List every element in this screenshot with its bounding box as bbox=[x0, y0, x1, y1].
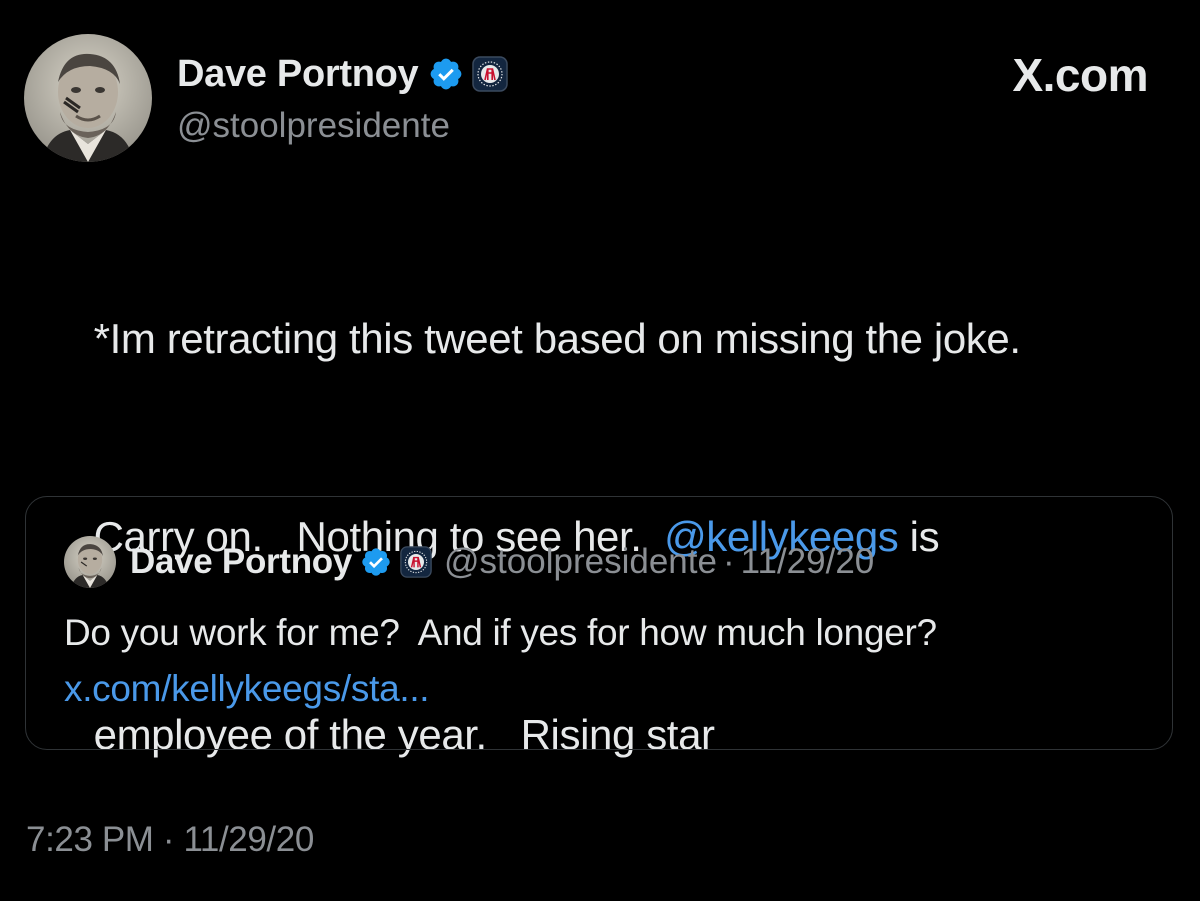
dot-separator: · bbox=[722, 542, 735, 581]
verified-badge-icon[interactable] bbox=[428, 56, 464, 92]
quoted-tweet-header: Dave Portnoy @stoolpresidente · 11/29/20 bbox=[64, 536, 875, 588]
x-com-logo: X.com bbox=[1012, 49, 1148, 101]
quoted-tweet-date[interactable]: 11/29/20 bbox=[741, 542, 875, 582]
quoted-author-name[interactable]: Dave Portnoy bbox=[130, 542, 352, 582]
verified-badge-icon[interactable] bbox=[360, 546, 392, 578]
quoted-tweet-text: Do you work for me? And if yes for how m… bbox=[64, 612, 937, 653]
tweet-card: Dave Portnoy @stoolpresidente X.com *Im … bbox=[0, 0, 1200, 901]
quoted-tweet-link[interactable]: x.com/kellykeegs/sta... bbox=[64, 661, 430, 717]
tweet-text-segment: *Im retracting this tweet based on missi… bbox=[93, 315, 1021, 362]
author-name[interactable]: Dave Portnoy bbox=[177, 53, 419, 96]
author-handle[interactable]: @stoolpresidente bbox=[177, 106, 450, 146]
tweet-line: *Im retracting this tweet based on missi… bbox=[26, 240, 1176, 438]
avatar-photo-icon bbox=[24, 34, 152, 162]
barstool-affiliate-icon[interactable] bbox=[400, 546, 432, 578]
quoted-author-avatar[interactable] bbox=[64, 536, 116, 588]
tweet-timestamp[interactable]: 7:23 PM · 11/29/20 bbox=[26, 820, 314, 860]
author-avatar[interactable] bbox=[24, 34, 152, 162]
barstool-affiliate-icon[interactable] bbox=[472, 56, 509, 92]
author-name-row: Dave Portnoy bbox=[177, 50, 509, 98]
quoted-tweet-card[interactable]: Dave Portnoy @stoolpresidente · 11/29/20… bbox=[25, 496, 1173, 750]
quoted-author-handle[interactable]: @stoolpresidente bbox=[444, 542, 717, 582]
avatar-photo-icon bbox=[64, 536, 116, 588]
